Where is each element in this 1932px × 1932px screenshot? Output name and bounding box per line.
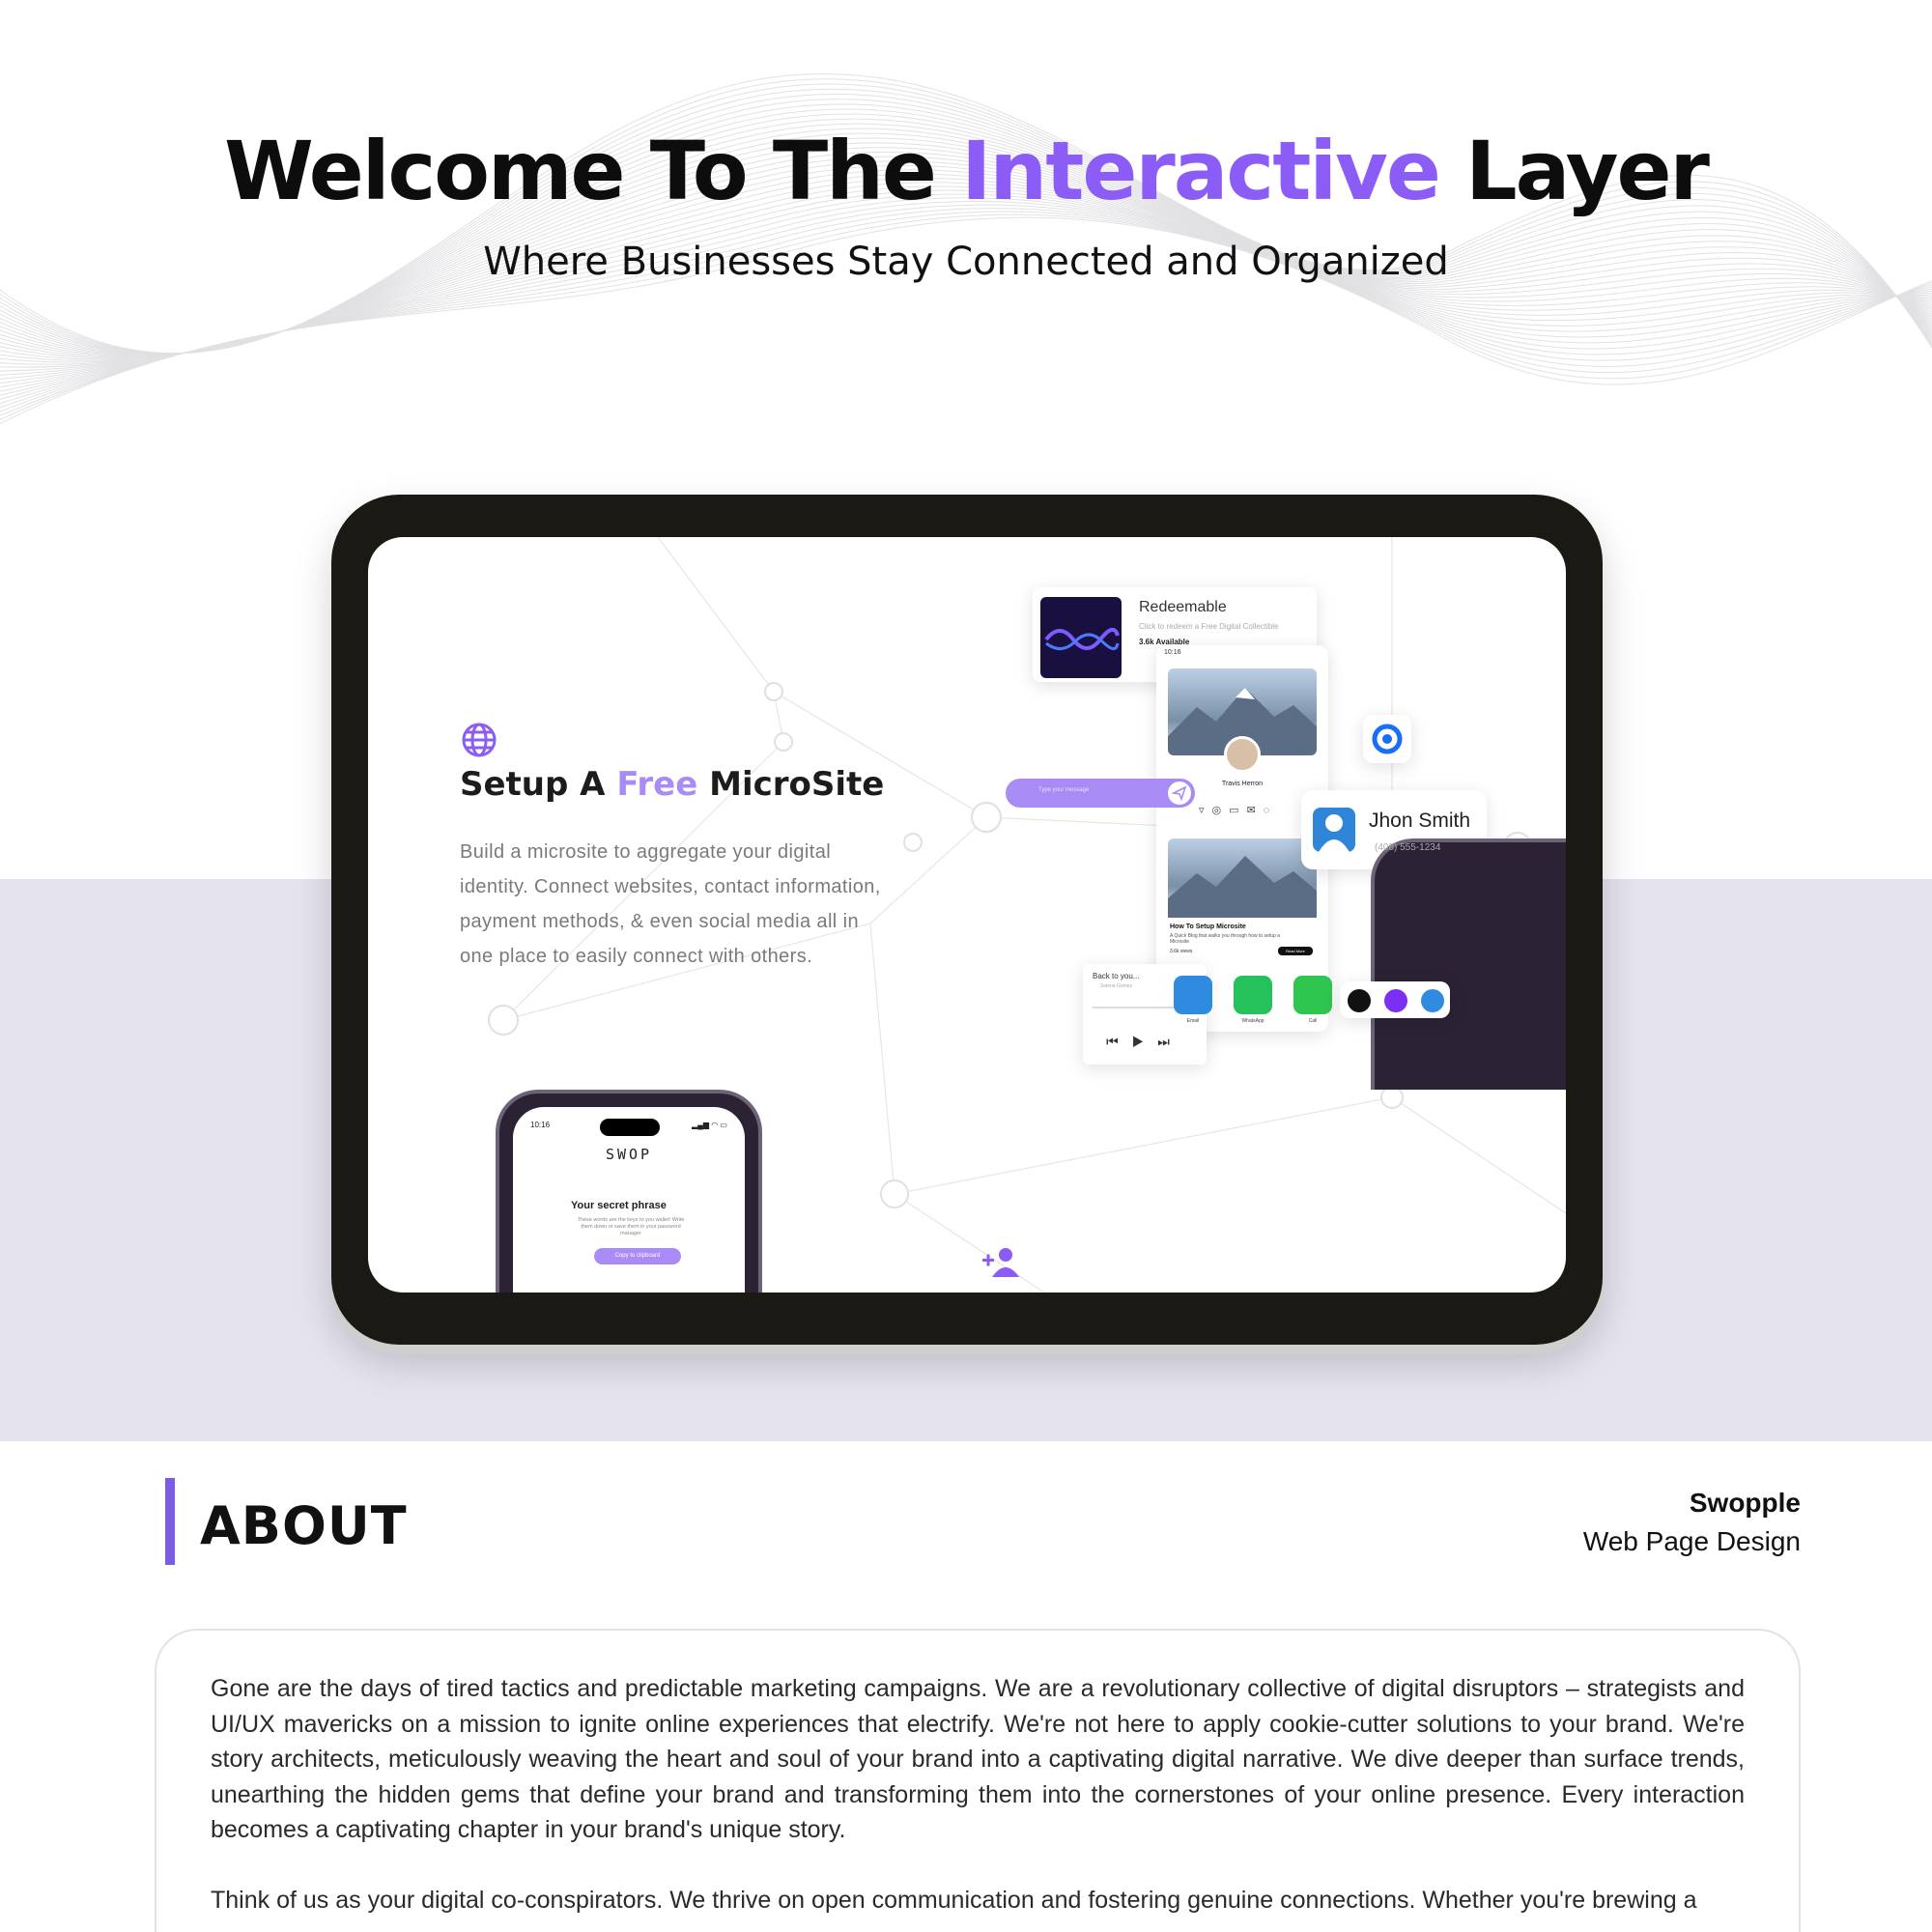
app-label: WhatsApp — [1241, 1018, 1264, 1024]
whatsapp-icon[interactable] — [1234, 976, 1272, 1014]
coin-icon[interactable] — [1421, 989, 1444, 1012]
about-paragraph-2: Think of us as your digital co-conspirat… — [211, 1887, 1697, 1914]
app-label: Email — [1186, 1018, 1200, 1024]
swop-phone-screen: 10:16 ▂▄▆ ◠ ▭ SWOP Your secret phrase Th… — [513, 1107, 745, 1293]
microsite-description: Build a microsite to aggregate your digi… — [460, 841, 881, 967]
contact-avatar-icon — [1313, 808, 1355, 852]
secret-phrase-description: These words are the keys to you wallet! … — [577, 1217, 685, 1236]
track-artist: Selena Gomez — [1100, 983, 1133, 989]
secret-phrase-title: Your secret phrase — [571, 1200, 667, 1211]
send-icon[interactable] — [1168, 781, 1191, 805]
copy-to-clipboard-button[interactable]: Copy to clipboard — [594, 1248, 681, 1264]
quick-actions: Email WhatsApp Call — [1174, 976, 1367, 1032]
app-label: Call — [1308, 1018, 1318, 1024]
client-name: Swopple — [1689, 1488, 1801, 1518]
add-person-icon[interactable] — [980, 1246, 1021, 1279]
card-icon[interactable] — [1348, 989, 1371, 1012]
calendar-app-badge[interactable] — [1363, 715, 1411, 763]
about-heading: ABOUT — [200, 1495, 408, 1556]
microsite-title: Setup A Free MicroSite — [460, 765, 885, 804]
collectible-thumbnail — [1040, 597, 1122, 678]
project-type: Web Page Design — [1582, 1526, 1801, 1556]
read-more-button[interactable]: Read More — [1278, 947, 1313, 955]
status-time: 10:16 — [1164, 649, 1181, 656]
globe-icon — [462, 723, 497, 757]
blog-title: How To Setup Microsite — [1170, 923, 1246, 930]
track-title: Back to you... — [1093, 972, 1140, 980]
calendar-icon — [1372, 724, 1403, 754]
blog-subtitle: A Quick Blog that walks you through how … — [1170, 933, 1280, 945]
profile-avatar — [1224, 736, 1261, 773]
contact-phone: (408) 555-1234 — [1371, 838, 1566, 1090]
mail-icon[interactable] — [1174, 976, 1212, 1014]
payment-icons — [1340, 981, 1450, 1018]
contact-name: Jhon Smith — [1369, 810, 1471, 832]
swop-phone-mockup: 10:16 ▂▄▆ ◠ ▭ SWOP Your secret phrase Th… — [496, 1090, 762, 1293]
phone-icon[interactable] — [1293, 976, 1332, 1014]
message-placeholder: Type your message — [1038, 787, 1090, 793]
hero-subtitle: Where Businesses Stay Connected and Orga… — [483, 240, 1449, 284]
phone-notch — [600, 1119, 660, 1136]
hero-title: Welcome To The Interactive Layer — [224, 124, 1710, 218]
hero-title-accent: Interactive — [961, 124, 1441, 218]
tablet-screen: Setup A Free MicroSite Build a microsite… — [368, 537, 1566, 1293]
player-controls[interactable]: ⏮▶⏭ — [1083, 1034, 1207, 1050]
about-text: Gone are the days of tired tactics and p… — [211, 1671, 1745, 1932]
redeem-meta: Click to redeem a Free Digital Collectib… — [1139, 622, 1279, 631]
redeem-title: Redeemable — [1139, 599, 1227, 615]
phone-time: 10:16 — [530, 1121, 551, 1129]
blog-banner — [1168, 838, 1317, 918]
about-accent-bar — [165, 1478, 175, 1565]
message-input[interactable]: Type your message — [1006, 779, 1195, 808]
zelle-icon[interactable] — [1384, 989, 1407, 1012]
signal-icon: ▂▄▆ ◠ ▭ — [692, 1121, 727, 1129]
contact-card[interactable]: Jhon Smith (408) 555-1234 — [1301, 790, 1566, 1090]
blog-views: 3.6k views — [1170, 949, 1193, 954]
swop-logo: SWOP — [605, 1146, 653, 1163]
social-icons[interactable]: ▿◎▭✉◌ — [1199, 804, 1277, 816]
about-paragraph-1: Gone are the days of tired tactics and p… — [211, 1675, 1745, 1843]
